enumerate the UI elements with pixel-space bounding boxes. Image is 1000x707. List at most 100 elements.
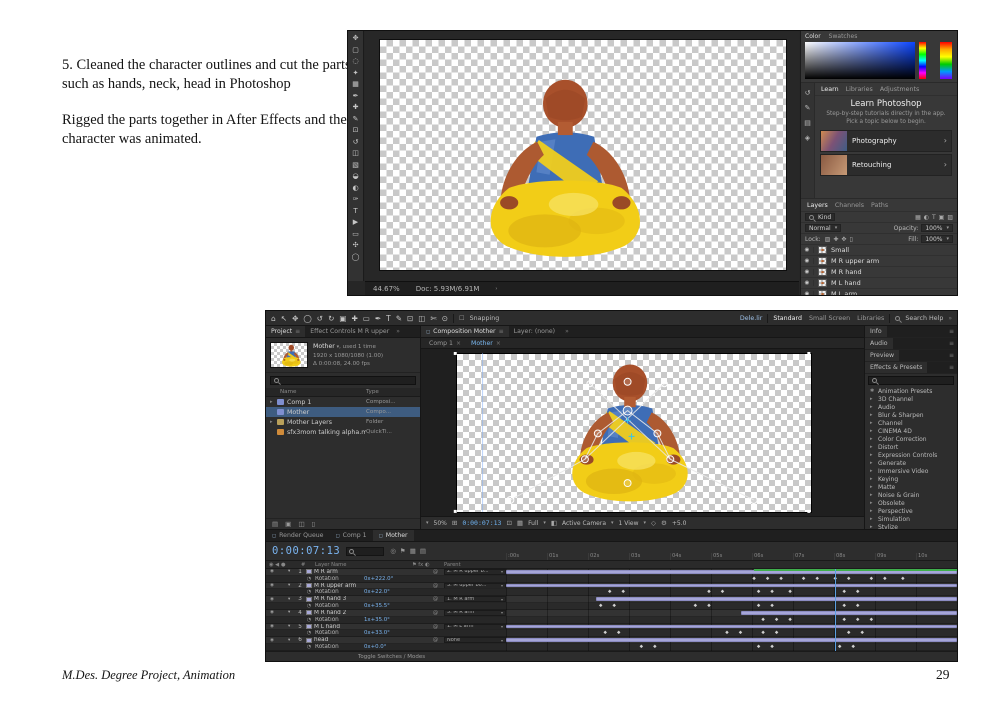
timeline-tab[interactable]: ◻Comp 1	[329, 530, 372, 541]
brush-tool-icon[interactable]: ✎	[396, 314, 402, 323]
timeline-row[interactable]: ◉▾2M R upper arm@3. M upper bo...▾	[266, 583, 957, 590]
keyframe-icon[interactable]: ◆	[788, 590, 791, 595]
twirl-icon[interactable]: ▸	[870, 484, 875, 490]
timeline-graph-area[interactable]: ◆◆◆◆◆◆◆◆◆	[506, 589, 957, 596]
twirl-icon[interactable]: ▸	[270, 419, 277, 425]
parent-select[interactable]: 2. M R upper b...▾	[444, 569, 506, 575]
timeline-graph-area[interactable]: ◆◆◆◆◆◆	[506, 617, 957, 624]
comp-subtab-active[interactable]: Mother×	[467, 340, 505, 347]
timeline-row[interactable]: ◉▾1M R arm@2. M R upper b...▾	[266, 569, 957, 576]
parent-pickwhip-icon[interactable]: @	[429, 624, 442, 630]
parent-pickwhip-icon[interactable]: @	[429, 569, 442, 575]
timeline-row[interactable]: ◔Rotation0x+0.0°◆◆◆◆◆◆	[266, 644, 957, 651]
keyframe-icon[interactable]: ◆	[608, 590, 611, 595]
selected-item-name[interactable]: Mother	[313, 343, 335, 350]
workspace-tab[interactable]: Small Screen	[809, 315, 850, 322]
timeline-graph-area[interactable]	[506, 610, 957, 617]
label-color-chip[interactable]	[306, 624, 312, 629]
twirl-icon[interactable]: ✱	[870, 388, 875, 394]
timeline-search-field[interactable]	[346, 547, 384, 556]
chevron-right-icon[interactable]: ›	[495, 286, 497, 292]
column-name[interactable]: Name	[280, 389, 297, 395]
parent-pickwhip-icon[interactable]: @	[429, 610, 442, 616]
stopwatch-icon[interactable]: ◔	[305, 576, 313, 582]
twirl-icon[interactable]: ▸	[870, 404, 875, 410]
effects-category-row[interactable]: ▸ CINEMA 4D	[865, 427, 957, 435]
healing-brush-tool-icon[interactable]: ✚	[353, 102, 359, 114]
collapsed-panel-header[interactable]: Audio ≡	[865, 338, 957, 350]
twirl-icon[interactable]: ▸	[870, 500, 875, 506]
keyframe-icon[interactable]: ◆	[775, 631, 778, 636]
panel-menu-icon[interactable]: ≡	[295, 328, 300, 335]
orbit-tool-icon[interactable]: ↺	[317, 314, 323, 323]
pan-behind-tool-icon[interactable]: ✚	[351, 314, 357, 323]
workspace-tab[interactable]: Standard	[773, 315, 802, 322]
keyframe-icon[interactable]: ◆	[757, 645, 760, 650]
property-name[interactable]: Rotation	[315, 644, 359, 650]
hand-tool-icon[interactable]: ✥	[292, 314, 298, 323]
keyframe-icon[interactable]: ◆	[847, 631, 850, 636]
twirl-icon[interactable]: ▸	[870, 436, 875, 442]
effects-category-row[interactable]: ▸ Generate	[865, 459, 957, 467]
comp-subtab[interactable]: Comp 1×	[425, 340, 465, 347]
keyframe-icon[interactable]: ◆	[603, 631, 606, 636]
camera-select[interactable]: Active Camera	[562, 520, 606, 527]
panel-tab[interactable]: Color	[805, 33, 821, 40]
twirl-icon[interactable]: ▸	[870, 428, 875, 434]
keyframe-icon[interactable]: ◆	[901, 576, 904, 581]
panel-tab[interactable]: Learn	[821, 86, 839, 93]
account-name[interactable]: Dele.lir	[740, 315, 762, 322]
hue-slider[interactable]	[919, 42, 926, 79]
zoom-tool-icon[interactable]: ◯	[303, 314, 311, 323]
composition-mini-flowchart-icon[interactable]: ◎	[390, 547, 396, 555]
visibility-eye-icon[interactable]: ◉	[268, 583, 276, 588]
twirl-icon[interactable]: ▸	[870, 492, 875, 498]
opacity-select[interactable]: 100%▾	[921, 224, 953, 232]
layer-name[interactable]: head	[314, 637, 427, 643]
overflow-icon[interactable]: »	[560, 326, 574, 337]
type-tool-icon[interactable]: T	[386, 314, 391, 323]
composition-viewport[interactable]	[421, 349, 864, 516]
ps-layer-row[interactable]: ◉ M R hand	[801, 267, 957, 278]
pen-tool-icon[interactable]: ✑	[353, 194, 359, 206]
visibility-eye-icon[interactable]: ◉	[801, 280, 814, 286]
layer-name[interactable]: M L hand	[314, 624, 427, 630]
ps-layer-row[interactable]: ◉ Small	[801, 245, 957, 256]
toggle-switches-label[interactable]: Toggle Switches / Modes	[358, 654, 425, 660]
effects-category-row[interactable]: ▸ Audio	[865, 403, 957, 411]
fast-previews-icon[interactable]: ⚙	[661, 519, 667, 527]
timeline-graph-area[interactable]: ◆◆◆◆◆◆◆◆	[506, 630, 957, 637]
keyframe-icon[interactable]: ◆	[694, 604, 697, 609]
visibility-eye-icon[interactable]: ◉	[268, 597, 276, 602]
comments-panel-icon[interactable]: ◈	[805, 134, 810, 142]
magic-wand-tool-icon[interactable]: ✦	[353, 68, 359, 80]
timeline-row[interactable]: ◔Rotation0x+222.0°◆◆◆◆◆◆◆◆◆◆	[266, 576, 957, 583]
timeline-graph-area[interactable]	[506, 624, 957, 631]
pen-tool-icon[interactable]: ✒	[375, 314, 381, 323]
column-layer-name[interactable]: Layer Name	[315, 562, 410, 568]
timeline-row[interactable]: ◉▾4M R hand 2@5. M R arm▾	[266, 610, 957, 617]
twirl-icon[interactable]: ▸	[870, 508, 875, 514]
properties-panel-icon[interactable]: ▤	[804, 119, 811, 127]
stopwatch-icon[interactable]: ◔	[305, 644, 313, 650]
eraser-tool-icon[interactable]: ◫	[352, 148, 359, 160]
history-brush-tool-icon[interactable]: ↺	[353, 137, 359, 149]
parent-pickwhip-icon[interactable]: @	[429, 637, 442, 643]
resolution-select[interactable]: Full	[528, 520, 538, 527]
keyframe-icon[interactable]: ◆	[870, 617, 873, 622]
twirl-icon[interactable]: ▾	[288, 638, 294, 643]
ps-layer-row[interactable]: ◉ M L hand	[801, 278, 957, 289]
effects-category-row[interactable]: ▸ Matte	[865, 483, 957, 491]
keyframe-icon[interactable]: ◆	[788, 617, 791, 622]
effects-category-row[interactable]: ▸ Keying	[865, 475, 957, 483]
keyframe-icon[interactable]: ◆	[815, 576, 818, 581]
layer-duration-bar[interactable]	[506, 570, 957, 574]
twirl-icon[interactable]: ▸	[870, 412, 875, 418]
ps-zoom-level[interactable]: 44.67%	[373, 285, 400, 293]
timeline-graph-area[interactable]: ◆◆◆◆◆◆◆◆	[506, 603, 957, 610]
property-value[interactable]: 0x+35.5°	[364, 603, 390, 609]
camera-tool-icon[interactable]: ▣	[339, 314, 346, 323]
visibility-eye-icon[interactable]: ◉	[268, 569, 276, 574]
ps-layer-row[interactable]: ◉ M L arm	[801, 289, 957, 295]
effects-category-row[interactable]: ▸ Immersive Video	[865, 467, 957, 475]
